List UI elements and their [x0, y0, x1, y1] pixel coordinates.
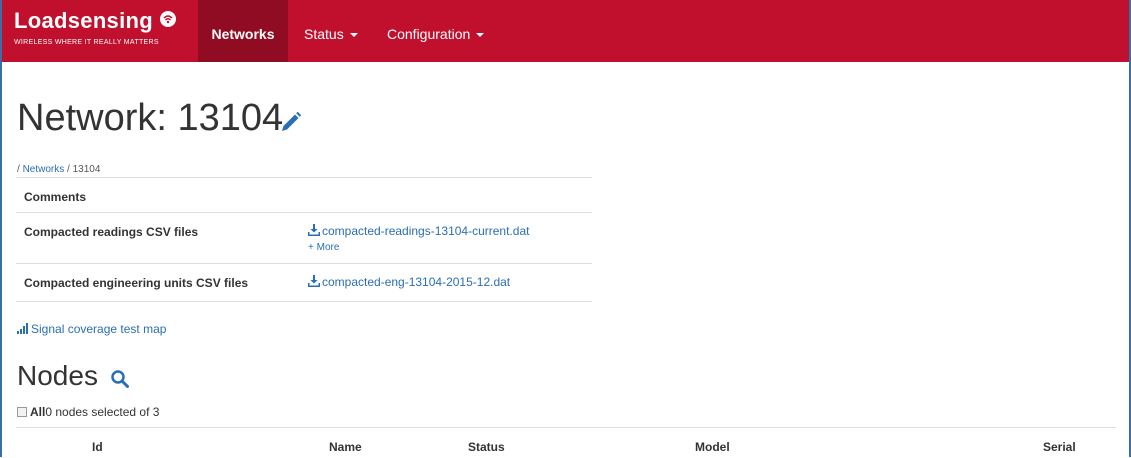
chevron-down-icon	[349, 33, 358, 38]
readings-csv-label: Compacted readings CSV files	[24, 225, 199, 239]
nav-status-label: Status	[304, 26, 344, 42]
brand-logo-link[interactable]: Loadsensing WIRELESS WHERE IT REALLY MAT…	[12, 8, 192, 58]
eng-csv-label: Compacted engineering units CSV files	[24, 276, 249, 290]
column-header-model[interactable]: Model	[695, 440, 730, 454]
nav-configuration-dropdown[interactable]: Configuration	[387, 0, 485, 62]
column-header-name[interactable]: Name	[329, 440, 362, 454]
download-icon	[308, 224, 320, 236]
chevron-down-icon	[476, 33, 485, 38]
breadcrumb-current: 13104	[72, 164, 101, 175]
signal-coverage-label: Signal coverage test map	[31, 322, 167, 336]
wireless-logo-icon	[160, 11, 176, 27]
selected-count-text: 0 nodes selected of 3	[45, 405, 160, 419]
column-header-serial[interactable]: Serial	[1043, 440, 1076, 454]
edit-pencil-icon[interactable]	[279, 110, 303, 134]
select-all-checkbox[interactable]	[17, 407, 27, 417]
search-icon[interactable]	[110, 369, 130, 389]
column-header-id[interactable]: Id	[92, 440, 103, 454]
table-row: Comments	[16, 177, 592, 213]
column-header-status[interactable]: Status	[468, 440, 505, 454]
select-all-label: All	[30, 405, 46, 419]
nav-networks[interactable]: Networks	[198, 0, 288, 62]
signal-coverage-link[interactable]: Signal coverage test map	[17, 322, 166, 336]
readings-file-link[interactable]: compacted-readings-13104-current.dat	[308, 224, 529, 238]
more-link[interactable]: + More	[308, 242, 339, 253]
brand-name: Loadsensing	[14, 8, 153, 33]
breadcrumb-networks-link[interactable]: Networks	[23, 164, 65, 175]
signal-bars-icon	[17, 323, 28, 334]
table-row: Compacted readings CSV files compacted-r…	[16, 212, 592, 264]
top-navbar: Loadsensing WIRELESS WHERE IT REALLY MAT…	[2, 0, 1129, 62]
breadcrumb: / Networks / 13104	[17, 164, 100, 175]
nav-configuration-label: Configuration	[387, 26, 471, 42]
nodes-heading: Nodes	[17, 360, 98, 391]
comments-label: Comments	[24, 190, 87, 204]
page-title: Network: 13104	[17, 97, 284, 139]
eng-file-name: compacted-eng-13104-2015-12.dat	[322, 275, 511, 289]
eng-file-link[interactable]: compacted-eng-13104-2015-12.dat	[308, 275, 510, 289]
table-row: Compacted engineering units CSV files co…	[16, 263, 592, 302]
download-icon	[308, 275, 320, 287]
select-all-row: All0 nodes selected of 3	[17, 405, 159, 419]
brand-tagline: WIRELESS WHERE IT REALLY MATTERS	[14, 39, 159, 46]
readings-file-name: compacted-readings-13104-current.dat	[322, 224, 530, 238]
breadcrumb-separator: /	[64, 164, 73, 175]
nav-status-dropdown[interactable]: Status	[304, 0, 358, 62]
nodes-table-header: Id Name Status Model Serial	[16, 427, 1116, 458]
